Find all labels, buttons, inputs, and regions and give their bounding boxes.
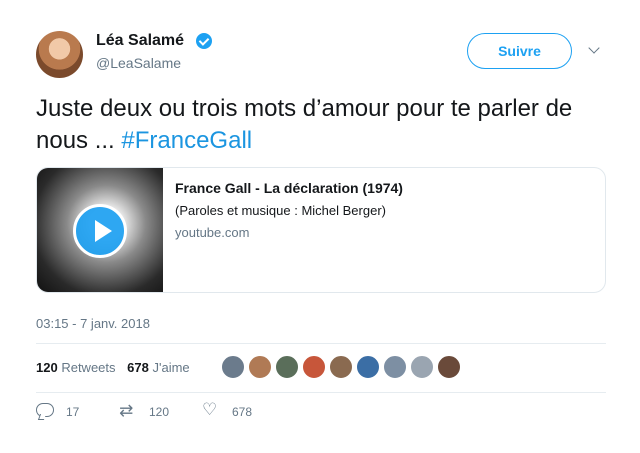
reply-icon bbox=[36, 403, 54, 417]
author-avatar[interactable] bbox=[36, 31, 83, 78]
likes-stat[interactable]: 678 J'aime bbox=[127, 360, 190, 375]
liker-avatar[interactable] bbox=[436, 354, 462, 380]
divider bbox=[36, 392, 606, 393]
play-icon[interactable] bbox=[73, 204, 127, 258]
tweet-timestamp[interactable]: 03:15 - 7 janv. 2018 bbox=[36, 316, 150, 331]
video-thumbnail[interactable] bbox=[37, 168, 163, 292]
card-title: France Gall - La déclaration (1974) bbox=[175, 180, 403, 196]
card-description: (Paroles et musique : Michel Berger) bbox=[175, 203, 386, 218]
liker-avatar[interactable] bbox=[301, 354, 327, 380]
hashtag-link[interactable]: #FranceGall bbox=[121, 127, 252, 154]
liker-avatar[interactable] bbox=[409, 354, 435, 380]
author-name[interactable]: Léa Salamé bbox=[96, 32, 184, 50]
link-card[interactable]: France Gall - La déclaration (1974) (Par… bbox=[36, 167, 606, 293]
liker-avatar[interactable] bbox=[274, 354, 300, 380]
liker-avatar[interactable] bbox=[328, 354, 354, 380]
follow-button[interactable]: Suivre bbox=[467, 33, 572, 69]
reply-count: 17 bbox=[66, 405, 80, 419]
author-handle[interactable]: @LeaSalame bbox=[96, 55, 181, 71]
retweets-count: 120 bbox=[36, 360, 58, 375]
card-domain: youtube.com bbox=[175, 225, 250, 240]
likes-count: 678 bbox=[127, 360, 149, 375]
likes-label: J'aime bbox=[152, 360, 190, 375]
engagement-stats: 120 Retweets 678 J'aime bbox=[36, 360, 198, 375]
retweet-count: 120 bbox=[149, 405, 170, 419]
tweet-body: Juste deux ou trois mots d’amour pour te… bbox=[36, 95, 573, 154]
liker-avatar[interactable] bbox=[247, 354, 273, 380]
liker-avatar[interactable] bbox=[382, 354, 408, 380]
divider bbox=[36, 343, 606, 344]
chevron-down-icon[interactable] bbox=[588, 42, 600, 54]
retweet-icon: ⇄ bbox=[119, 401, 134, 421]
tweet-text: Juste deux ou trois mots d’amour pour te… bbox=[36, 93, 596, 157]
retweets-label: Retweets bbox=[61, 360, 116, 375]
verified-badge-icon bbox=[196, 33, 212, 49]
liker-avatar[interactable] bbox=[220, 354, 246, 380]
heart-icon: ♡ bbox=[202, 400, 218, 420]
liker-avatar[interactable] bbox=[355, 354, 381, 380]
like-count: 678 bbox=[232, 405, 253, 419]
retweets-stat[interactable]: 120 Retweets bbox=[36, 360, 116, 375]
